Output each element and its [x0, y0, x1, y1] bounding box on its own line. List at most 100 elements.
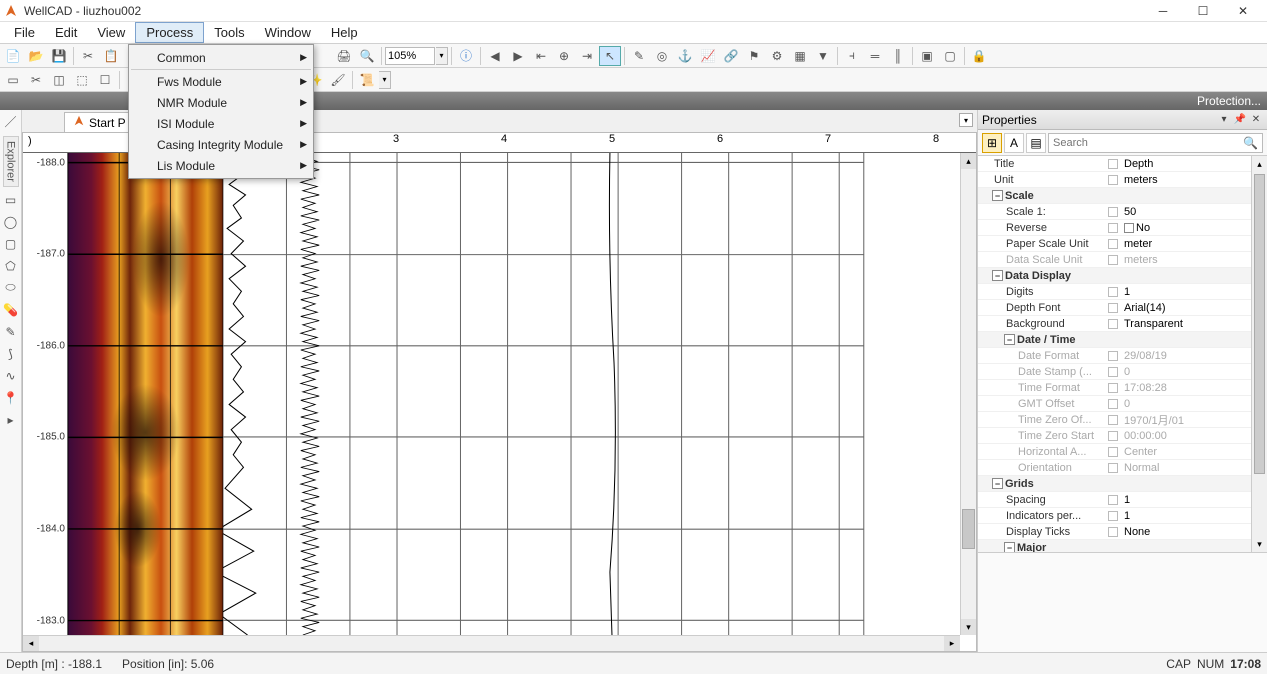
crop-icon[interactable]: ✂ — [25, 70, 47, 90]
doc-tab[interactable]: Start P — [64, 112, 135, 132]
menu-edit[interactable]: Edit — [45, 22, 87, 43]
print-icon[interactable]: 🖨 — [333, 46, 355, 66]
search-icon[interactable]: 🔍 — [1243, 136, 1258, 150]
status-position: Position [in]: 5.06 — [122, 657, 214, 671]
scroll-right-icon[interactable]: ▸ — [944, 636, 960, 651]
vertical-scrollbar[interactable]: ▴ ▾ — [960, 153, 976, 635]
search-input[interactable] — [1053, 137, 1243, 149]
scroll-left-icon[interactable]: ◂ — [23, 636, 39, 651]
process-dropdown: Common▶ Fws Module▶ NMR Module▶ ISI Modu… — [128, 44, 314, 179]
menu-file[interactable]: File — [4, 22, 45, 43]
dist-h-icon[interactable]: ═ — [864, 46, 886, 66]
dist-v-icon[interactable]: ║ — [887, 46, 909, 66]
prop-scroll-up-icon[interactable]: ▴ — [1252, 156, 1267, 172]
panel-menu-icon[interactable]: ▾ — [1217, 113, 1231, 127]
dropdown-fws[interactable]: Fws Module▶ — [129, 71, 313, 92]
save-icon[interactable]: 💾 — [48, 46, 70, 66]
cut-icon[interactable]: ✂ — [77, 46, 99, 66]
find-icon[interactable]: 🔍 — [356, 46, 378, 66]
prop-pages-icon[interactable]: ▤ — [1026, 133, 1046, 153]
script-icon[interactable]: 📜 — [356, 70, 378, 90]
pin-icon[interactable]: 📍 — [2, 389, 20, 407]
spacing-icon[interactable]: ⫞ — [841, 46, 863, 66]
ungroup-icon[interactable]: ▢ — [939, 46, 961, 66]
align-center-icon[interactable]: ⊕ — [553, 46, 575, 66]
window-title: WellCAD - liuzhou002 — [24, 4, 1143, 18]
new-icon[interactable]: 📄 — [2, 46, 24, 66]
select-box-icon[interactable]: ▭ — [2, 70, 24, 90]
log-view[interactable]: -188.0 -187.0 -186.0 -185.0 -184.0 -183.… — [23, 153, 960, 635]
filter-icon[interactable]: ▼ — [812, 46, 834, 66]
tab-dropdown[interactable]: ▾ — [959, 113, 973, 127]
document-view: ) 3 4 5 6 7 8 -188.0 -187.0 -186.0 -185.… — [22, 132, 977, 652]
text-tool-icon[interactable]: ✎ — [2, 323, 20, 341]
dropdown-lis[interactable]: Lis Module▶ — [129, 155, 313, 176]
rect-tool-icon[interactable]: ▭ — [2, 191, 20, 209]
copy-icon[interactable]: 📋 — [100, 46, 122, 66]
properties-scrollbar[interactable]: ▴ ▾ — [1251, 156, 1267, 552]
close-button[interactable]: ✕ — [1223, 1, 1263, 21]
align-right-icon[interactable]: ⇥ — [576, 46, 598, 66]
squish-icon[interactable]: ⬭ — [2, 279, 20, 297]
polygon-tool-icon[interactable]: ⬠ — [2, 257, 20, 275]
dropdown-common[interactable]: Common▶ — [129, 47, 313, 68]
cursor-icon[interactable]: ↖ — [599, 46, 621, 66]
menu-process[interactable]: Process — [135, 22, 204, 43]
bezier-tool-icon[interactable]: ∿ — [2, 367, 20, 385]
zoom-dropdown[interactable]: ▾ — [436, 47, 448, 65]
dropdown-isi[interactable]: ISI Module▶ — [129, 113, 313, 134]
tablet-icon[interactable]: 💊 — [2, 301, 20, 319]
prop-scroll-down-icon[interactable]: ▾ — [1252, 536, 1267, 552]
prop-categorized-icon[interactable]: ⊞ — [982, 133, 1002, 153]
open-icon[interactable]: 📂 — [25, 46, 47, 66]
prop-alpha-icon[interactable]: A — [1004, 133, 1024, 153]
borehole-image-track — [68, 153, 223, 635]
group-icon[interactable]: ▣ — [916, 46, 938, 66]
panel-pin-icon[interactable]: 📌 — [1233, 113, 1247, 127]
scroll-up-icon[interactable]: ▴ — [961, 153, 976, 169]
flag-icon[interactable]: ⚑ — [743, 46, 765, 66]
menu-window[interactable]: Window — [255, 22, 321, 43]
chart-icon[interactable]: 📈 — [697, 46, 719, 66]
expand-icon[interactable]: ▸ — [2, 411, 20, 429]
properties-search[interactable]: 🔍 — [1048, 133, 1263, 153]
depth-axis: -188.0 -187.0 -186.0 -185.0 -184.0 -183.… — [23, 153, 68, 635]
grid-track — [223, 153, 960, 635]
scroll-down-icon[interactable]: ▾ — [961, 619, 976, 635]
minimize-button[interactable]: ─ — [1143, 1, 1183, 21]
menu-help[interactable]: Help — [321, 22, 368, 43]
roundrect-icon[interactable]: ▢ — [2, 235, 20, 253]
help-icon[interactable]: ⓘ — [455, 46, 477, 66]
dropdown-nmr[interactable]: NMR Module▶ — [129, 92, 313, 113]
gear-icon[interactable]: ⚙ — [766, 46, 788, 66]
panel-close-icon[interactable]: ✕ — [1249, 113, 1263, 127]
layers-icon[interactable]: ▦ — [789, 46, 811, 66]
shape2-icon[interactable]: ⬚ — [71, 70, 93, 90]
menu-tools[interactable]: Tools — [204, 22, 254, 43]
zoom-input[interactable]: 105% — [385, 47, 435, 65]
explorer-tab[interactable]: Explorer — [3, 136, 19, 187]
arrow-left-icon[interactable]: ◀ — [484, 46, 506, 66]
edit-icon[interactable]: ✎ — [628, 46, 650, 66]
shape3-icon[interactable]: ☐ — [94, 70, 116, 90]
brush-icon[interactable]: 🖌 — [327, 70, 349, 90]
ellipse-tool-icon[interactable]: ◯ — [2, 213, 20, 231]
arrow-right-icon[interactable]: ▶ — [507, 46, 529, 66]
status-bar: Depth [m] : -188.1 Position [in]: 5.06 C… — [0, 652, 1267, 674]
horizontal-scrollbar[interactable]: ◂ ▸ — [23, 635, 960, 651]
dropdown-casing[interactable]: Casing Integrity Module▶ — [129, 134, 313, 155]
maximize-button[interactable]: ☐ — [1183, 1, 1223, 21]
tab-label: Start P — [89, 116, 126, 130]
lock-icon[interactable]: 🔒 — [968, 46, 990, 66]
scroll-thumb-v[interactable] — [962, 509, 975, 549]
align-left-icon[interactable]: ⇤ — [530, 46, 552, 66]
properties-grid[interactable]: TitleDepth Unitmeters −Scale Scale 1:50 … — [978, 156, 1267, 552]
link-icon[interactable]: 🔗 — [720, 46, 742, 66]
anchor-icon[interactable]: ⚓ — [674, 46, 696, 66]
shape1-icon[interactable]: ◫ — [48, 70, 70, 90]
menu-view[interactable]: View — [87, 22, 135, 43]
target-icon[interactable]: ◎ — [651, 46, 673, 66]
arc-tool-icon[interactable]: ⟆ — [2, 345, 20, 363]
script-dropdown[interactable]: ▾ — [379, 71, 391, 89]
line-tool-icon[interactable]: ／ — [2, 112, 20, 130]
